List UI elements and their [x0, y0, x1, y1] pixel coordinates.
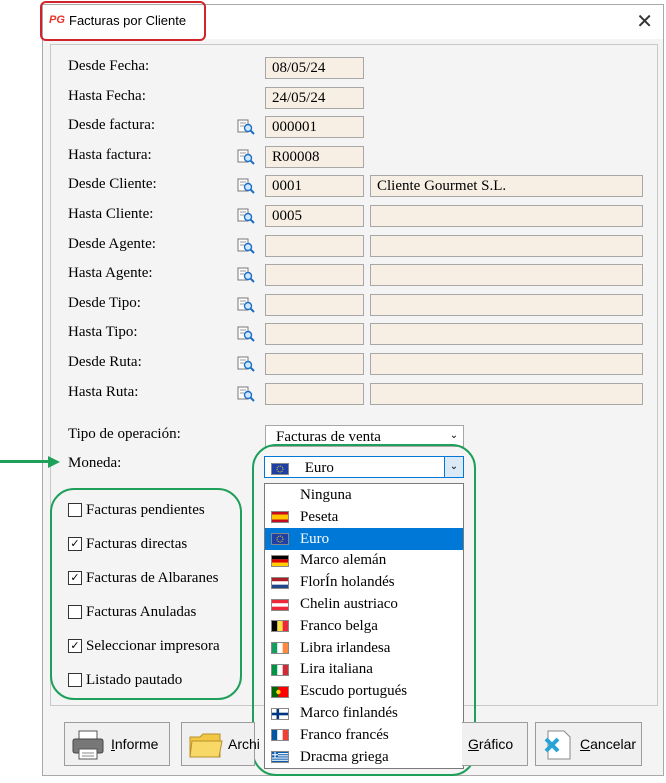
- field-label: Desde Ruta:: [68, 354, 142, 370]
- title-highlight-annotation: [40, 1, 206, 41]
- field-description: [370, 293, 643, 316]
- field-input[interactable]: [265, 264, 364, 287]
- lookup-icon[interactable]: [237, 384, 255, 402]
- lookup-icon[interactable]: [237, 117, 255, 135]
- field-label: Hasta factura:: [68, 146, 152, 163]
- field-input[interactable]: [265, 323, 364, 346]
- field-description: [370, 205, 643, 227]
- archivo-button[interactable]: Archi: [181, 722, 260, 766]
- archivo-label: Archi: [228, 736, 260, 752]
- field-label: Hasta Ruta:: [68, 383, 139, 400]
- field-input[interactable]: R00008: [265, 145, 364, 168]
- grafico-label: ráfico: [478, 736, 514, 752]
- field-input[interactable]: 08/05/24: [265, 57, 364, 79]
- cancelar-mnemonic: C: [580, 736, 591, 752]
- field-description: [370, 234, 643, 257]
- field-description: Cliente Gourmet S.L.: [370, 175, 643, 198]
- field-label: Hasta Fecha:: [68, 87, 146, 104]
- field-label: Hasta Agente:: [68, 265, 153, 282]
- moneda-label: Moneda:: [68, 455, 122, 471]
- field-description: [370, 353, 643, 375]
- field-label: Desde Fecha:: [68, 58, 150, 74]
- field-label: Desde Tipo:: [68, 294, 141, 311]
- tipo-operacion-value: Facturas de venta: [276, 429, 381, 445]
- cancel-icon: [544, 730, 571, 760]
- field-label: Desde factura:: [68, 117, 156, 134]
- cancelar-label: ancelar: [590, 736, 637, 752]
- field-input[interactable]: [265, 382, 364, 405]
- field-label: Desde Agente:: [68, 235, 156, 252]
- field-label: Hasta Tipo:: [68, 324, 138, 341]
- field-description: [370, 264, 643, 287]
- close-icon[interactable]: ✕: [636, 9, 653, 34]
- lookup-icon[interactable]: [237, 206, 255, 224]
- field-input[interactable]: 24/05/24: [265, 86, 364, 109]
- tipo-operacion-label: Tipo de operación:: [68, 426, 181, 442]
- arrow-annotation-icon: [48, 456, 60, 468]
- field-input[interactable]: 000001: [265, 116, 364, 139]
- field-label: Desde Cliente:: [68, 176, 157, 193]
- lookup-icon[interactable]: [237, 265, 255, 283]
- field-input[interactable]: 0001: [265, 175, 364, 198]
- arrow-annotation-line: [0, 460, 50, 463]
- field-input[interactable]: 0005: [265, 205, 364, 227]
- checkbox-group-highlight: [50, 488, 242, 700]
- field-input[interactable]: [265, 353, 364, 375]
- lookup-icon[interactable]: [237, 295, 255, 313]
- informe-button[interactable]: Informe: [64, 722, 170, 766]
- field-label: Hasta Cliente:: [68, 206, 154, 222]
- printer-icon: [72, 730, 104, 760]
- lookup-icon[interactable]: [237, 176, 255, 195]
- informe-label: nforme: [114, 736, 159, 752]
- field-input[interactable]: [265, 293, 364, 316]
- field-description: [370, 382, 643, 405]
- lookup-icon[interactable]: [237, 324, 255, 343]
- grafico-button[interactable]: Gráfico: [462, 722, 528, 766]
- field-input[interactable]: [265, 234, 364, 257]
- lookup-icon[interactable]: [237, 354, 255, 372]
- folder-icon: [189, 733, 223, 758]
- field-description: [370, 323, 643, 346]
- chevron-down-icon[interactable]: ⌄: [445, 426, 463, 446]
- currency-highlight: [252, 444, 476, 776]
- cancelar-button[interactable]: Cancelar: [535, 722, 642, 766]
- lookup-icon[interactable]: [237, 147, 255, 165]
- grafico-mnemonic: G: [468, 736, 479, 752]
- lookup-icon[interactable]: [237, 236, 255, 254]
